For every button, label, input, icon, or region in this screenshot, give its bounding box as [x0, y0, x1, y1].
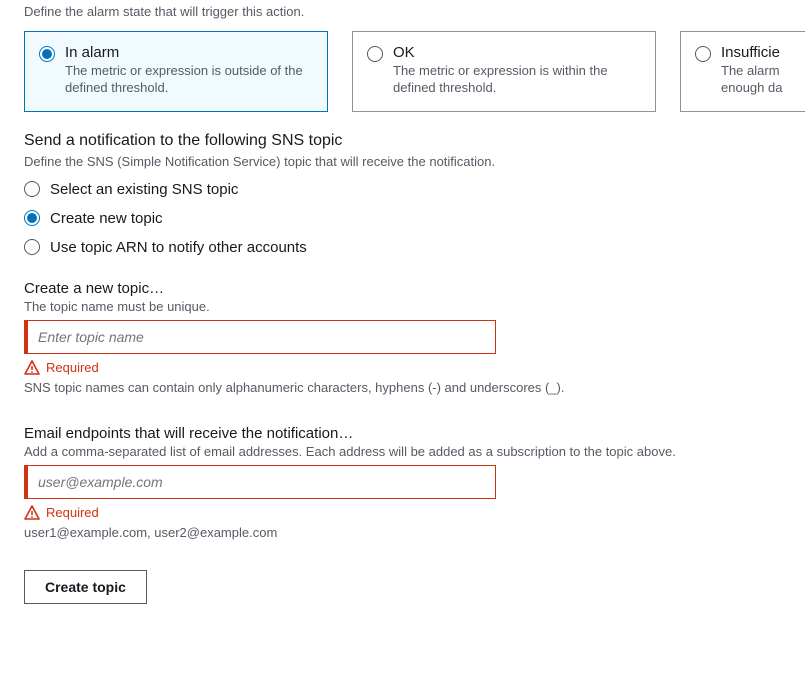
email-hint: Add a comma-separated list of email addr… [24, 444, 781, 459]
topic-name-hint: The topic name must be unique. [24, 299, 781, 314]
radio-create-new[interactable]: Create new topic [24, 210, 781, 227]
state-card-in-alarm[interactable]: In alarm The metric or expression is out… [24, 31, 328, 112]
radio-label: Use topic ARN to notify other accounts [50, 239, 307, 256]
email-label: Email endpoints that will receive the no… [24, 425, 781, 442]
alarm-state-cards: In alarm The metric or expression is out… [24, 31, 781, 112]
radio-use-arn[interactable]: Use topic ARN to notify other accounts [24, 239, 781, 256]
radio-label: Create new topic [50, 210, 163, 227]
topic-name-field-group: Create a new topic… The topic name must … [24, 280, 781, 395]
state-card-title: OK [393, 44, 639, 61]
state-card-title: In alarm [65, 44, 311, 61]
radio-label: Select an existing SNS topic [50, 181, 238, 198]
radio-icon [367, 46, 383, 62]
radio-icon [39, 46, 55, 62]
radio-icon [24, 239, 40, 255]
state-card-desc: The alarm [721, 63, 782, 80]
warning-icon [24, 505, 40, 521]
topic-name-input[interactable] [24, 320, 496, 354]
topic-name-label: Create a new topic… [24, 280, 781, 297]
topic-name-error: Required [46, 360, 99, 375]
state-card-title: Insufficie [721, 44, 782, 61]
email-helper: user1@example.com, user2@example.com [24, 525, 781, 540]
radio-icon [695, 46, 711, 62]
create-topic-button[interactable]: Create topic [24, 570, 147, 604]
email-error: Required [46, 505, 99, 520]
radio-icon [24, 210, 40, 226]
email-field-group: Email endpoints that will receive the no… [24, 425, 781, 540]
radio-icon [24, 181, 40, 197]
sns-topic-options: Select an existing SNS topic Create new … [24, 181, 781, 256]
alarm-state-hint: Define the alarm state that will trigger… [24, 4, 781, 19]
radio-select-existing[interactable]: Select an existing SNS topic [24, 181, 781, 198]
topic-name-helper: SNS topic names can contain only alphanu… [24, 380, 781, 395]
state-card-desc: The metric or expression is within the d… [393, 63, 639, 97]
sns-hint: Define the SNS (Simple Notification Serv… [24, 154, 781, 169]
sns-heading: Send a notification to the following SNS… [24, 132, 781, 150]
state-card-desc: enough da [721, 80, 782, 97]
warning-icon [24, 360, 40, 376]
state-card-insufficient[interactable]: Insufficie The alarm enough da [680, 31, 805, 112]
state-card-desc: The metric or expression is outside of t… [65, 63, 311, 97]
state-card-ok[interactable]: OK The metric or expression is within th… [352, 31, 656, 112]
email-input[interactable] [24, 465, 496, 499]
